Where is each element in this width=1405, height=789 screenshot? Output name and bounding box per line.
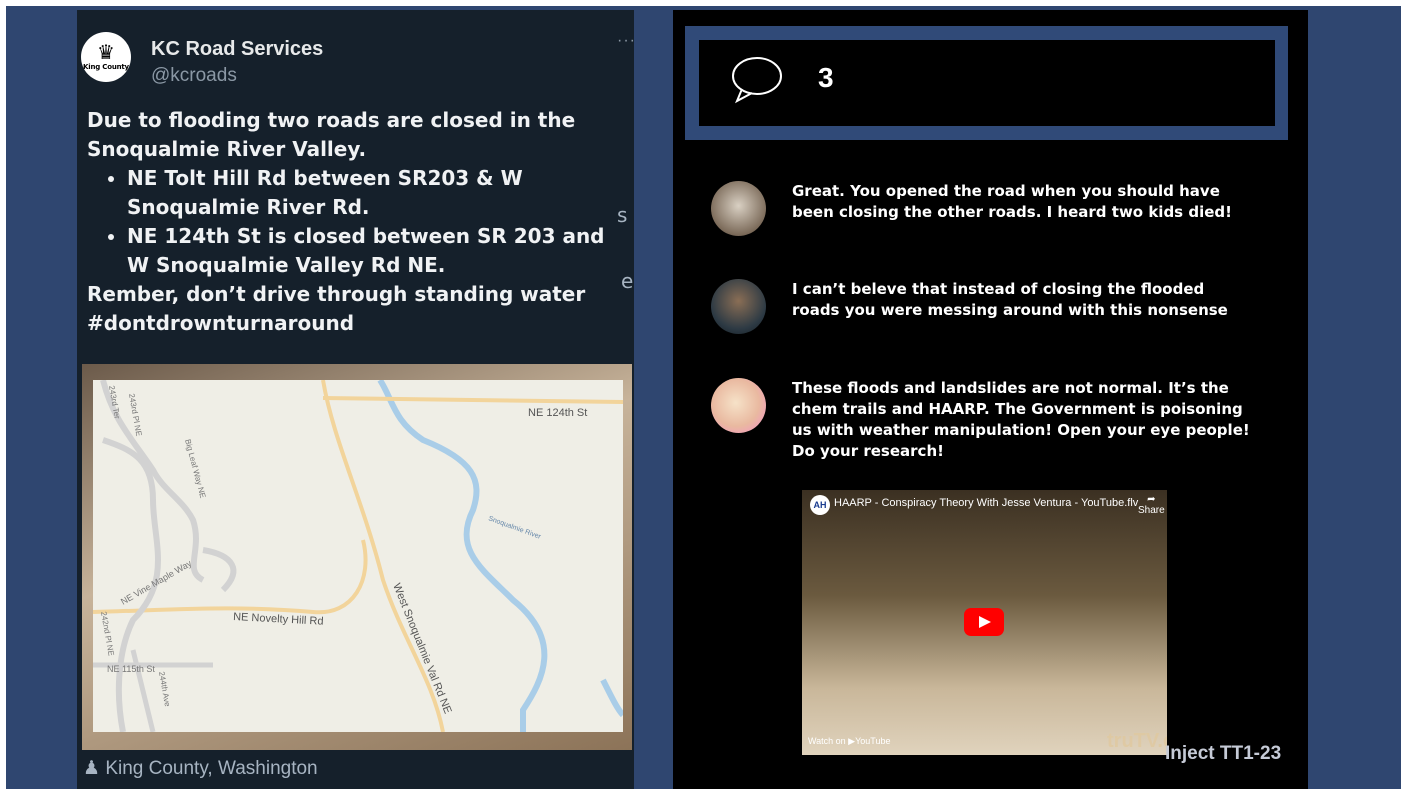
account-avatar[interactable]: ♛ King County (81, 32, 131, 82)
comment-text: I can’t beleve that instead of closing t… (792, 280, 1228, 319)
map-graphic: NE 124th St Snoqualmie River NE Novelty … (93, 380, 623, 732)
watch-on-youtube-link[interactable]: Watch on ▶YouTube (808, 736, 890, 747)
channel-logo-icon[interactable]: AH (810, 495, 830, 515)
map-label-244ave: 244th Ave (157, 671, 172, 708)
comment-text: These floods and landslides are not norm… (792, 379, 1250, 460)
stray-text-fragment: s (617, 203, 628, 227)
avatar-label: King County (83, 63, 129, 71)
youtube-embed[interactable]: AH HAARP - Conspiracy Theory With Jesse … (802, 490, 1167, 755)
tweet-location[interactable]: ♟ King County, Washington (83, 757, 318, 780)
account-handle[interactable]: @kcroads (151, 65, 237, 87)
commenter-avatar-woman-dog[interactable] (711, 378, 766, 433)
road-closure-map[interactable]: NE 124th St Snoqualmie River NE Novelty … (93, 380, 623, 732)
share-button[interactable]: ➦ Share (1138, 494, 1165, 516)
share-label: Share (1138, 505, 1165, 516)
comment-count-inner (699, 40, 1275, 126)
tweet-card: ♛ King County KC Road Services @kcroads … (77, 10, 634, 789)
map-label-westsnoq: West Snoqualmie Val Rd NE (390, 582, 453, 716)
closure-item: NE 124th St is closed between SR 203 and… (127, 222, 627, 280)
tweet-closing: Rember, don’t drive through standing wat… (87, 282, 586, 335)
stray-text-fragment: e (621, 269, 634, 293)
closure-list: NE Tolt Hill Rd between SR203 & W Snoqua… (87, 164, 627, 280)
tweet-intro: Due to flooding two roads are closed in … (87, 108, 576, 161)
map-label-242pl: 242nd Pl NE (99, 611, 116, 657)
map-label-243pl: 243rd Pl NE (127, 393, 143, 437)
inject-label: Inject TT1-23 (1165, 743, 1282, 764)
map-label-bigleaf: Big Leaf Way NE (183, 438, 207, 499)
commenter-avatar-wolf[interactable] (711, 181, 766, 236)
tweet-body: Due to flooding two roads are closed in … (87, 106, 627, 338)
video-watermark: truTV.com (1107, 730, 1167, 752)
commenter-avatar-hunter[interactable] (711, 279, 766, 334)
location-text: King County, Washington (105, 758, 318, 779)
map-label-ne115: NE 115th St (107, 664, 155, 674)
video-title[interactable]: HAARP - Conspiracy Theory With Jesse Ven… (834, 497, 1138, 509)
more-options-icon[interactable]: ··· (617, 32, 634, 50)
comment-count: 3 (818, 62, 834, 93)
map-label-river: Snoqualmie River (487, 515, 542, 541)
speech-bubble-icon (732, 57, 782, 104)
king-county-logo-icon: ♛ (97, 42, 115, 64)
map-label-ne124: NE 124th St (528, 407, 587, 419)
account-name[interactable]: KC Road Services (151, 38, 323, 61)
share-icon: ➦ (1147, 494, 1156, 505)
person-icon: ♟ (83, 758, 101, 779)
closure-item: NE Tolt Hill Rd between SR203 & W Snoqua… (127, 164, 627, 222)
play-button[interactable] (964, 608, 1004, 636)
comment-text: Great. You opened the road when you shou… (792, 182, 1232, 221)
